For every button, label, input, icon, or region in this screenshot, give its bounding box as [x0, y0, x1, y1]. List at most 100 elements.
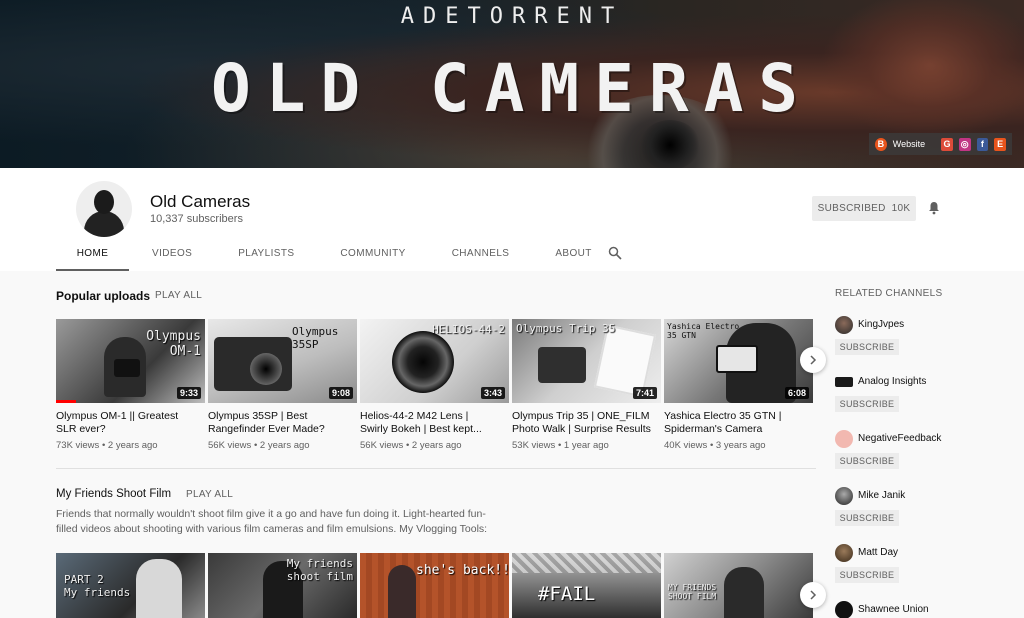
channel-avatar[interactable] — [835, 487, 853, 505]
channel-avatar[interactable] — [835, 544, 853, 562]
video-duration: 6:08 — [784, 387, 809, 399]
video-title[interactable]: Olympus OM-1 || Greatest SLR ever? — [56, 410, 201, 436]
subscribed-count: 10K — [891, 203, 911, 214]
video-title[interactable]: Yashica Electro 35 GTN | Spiderman's Came… — [664, 410, 809, 436]
video-age: 2 years ago — [259, 440, 310, 451]
video-title-line: SLR ever? — [56, 423, 106, 435]
video-meta: 40K views • 3 years ago — [664, 440, 766, 451]
subscribe-button[interactable]: SUBSCRIBE — [835, 510, 899, 526]
friends-description: Friends that normally wouldn't shoot fil… — [56, 508, 488, 535]
channel-tabs: HOME VIDEOS PLAYLISTS COMMUNITY CHANNELS… — [56, 240, 592, 271]
related-channel-name[interactable]: Analog Insights — [858, 376, 926, 387]
facebook-icon[interactable]: f — [976, 137, 989, 151]
subscribed-button[interactable]: SUBSCRIBED 10K — [812, 196, 916, 221]
section-divider — [56, 468, 816, 469]
friends-play-all[interactable]: PLAY ALL — [186, 489, 233, 500]
related-channel-name[interactable]: NegativeFeedback — [858, 433, 941, 444]
thumb-caption: Yashica Electro 35 GTN — [667, 322, 740, 340]
channel-header: Old Cameras 10,337 subscribers SUBSCRIBE… — [0, 168, 1024, 271]
subscribe-button[interactable]: SUBSCRIBE — [835, 567, 899, 583]
search-icon[interactable] — [608, 246, 622, 260]
video-title-line: Photo Walk | Surprise Results — [512, 423, 651, 435]
video-title[interactable]: Olympus 35SP | Best Rangefinder Ever Made… — [208, 410, 353, 436]
website-link[interactable]: Website — [893, 139, 925, 149]
video-duration: 7:41 — [632, 387, 657, 399]
video-thumbnail[interactable]: #FAIL — [512, 553, 661, 618]
thumb-caption: HELIOS-44-2 — [432, 323, 505, 336]
video-duration: 9:08 — [328, 387, 353, 399]
friends-section-title[interactable]: My Friends Shoot Film — [56, 488, 171, 500]
channel-avatar[interactable] — [835, 316, 853, 334]
banner-top-text: ADETORRENT — [400, 4, 624, 29]
google-plus-icon[interactable]: G — [941, 137, 953, 151]
tab-about[interactable]: ABOUT — [555, 240, 591, 271]
tab-playlists[interactable]: PLAYLISTS — [238, 240, 294, 271]
thumb-person-shape — [724, 567, 764, 618]
banner-title: OLD CAMERAS — [210, 50, 814, 127]
instagram-icon[interactable]: ◎ — [958, 137, 971, 151]
video-thumbnail[interactable]: My friends shoot film — [208, 553, 357, 618]
subscribe-button[interactable]: SUBSCRIBE — [835, 396, 899, 412]
related-channel-name[interactable]: KingJvpes — [858, 319, 904, 330]
channel-avatar[interactable] — [835, 377, 853, 387]
video-thumbnail[interactable]: Olympus 35SP 9:08 — [208, 319, 357, 403]
thumb-camera-shape — [716, 345, 758, 373]
video-title[interactable]: Helios-44-2 M42 Lens | Swirly Bokeh | Bes… — [360, 410, 505, 436]
video-thumbnail[interactable]: Olympus OM-1 9:33 — [56, 319, 205, 403]
subscribed-label: SUBSCRIBED — [817, 203, 886, 214]
video-title-line: Helios-44-2 M42 Lens | — [360, 410, 469, 422]
video-thumbnail[interactable]: Olympus Trip 35 7:41 — [512, 319, 661, 403]
tab-channels[interactable]: CHANNELS — [452, 240, 510, 271]
thumb-caption: Olympus Trip 35 — [516, 322, 616, 335]
channel-avatar[interactable] — [76, 181, 132, 237]
thumb-caption: Olympus OM-1 — [146, 329, 201, 359]
tab-videos[interactable]: VIDEOS — [152, 240, 192, 271]
video-title-line: Rangefinder Ever Made? — [208, 423, 325, 435]
related-channel-name[interactable]: Mike Janik — [858, 490, 905, 501]
tab-community[interactable]: COMMUNITY — [340, 240, 405, 271]
video-age: 3 years ago — [715, 440, 766, 451]
video-thumbnail[interactable]: PART 2 My friends — [56, 553, 205, 618]
carousel-next-button[interactable] — [800, 582, 826, 608]
video-thumbnail[interactable]: Yashica Electro 35 GTN 6:08 — [664, 319, 813, 403]
video-thumbnail[interactable]: she's back!! — [360, 553, 509, 618]
thumb-caption: she's back!! — [416, 563, 509, 578]
video-title-line: Olympus Trip 35 | ONE_FILM — [512, 410, 650, 422]
avatar-silhouette-body — [84, 211, 124, 237]
thumb-camera-shape — [114, 359, 140, 377]
subscribe-button[interactable]: SUBSCRIBE — [835, 453, 899, 469]
notification-bell-icon[interactable] — [927, 201, 941, 215]
video-meta: 73K views • 2 years ago — [56, 440, 158, 451]
carousel-next-button[interactable] — [800, 347, 826, 373]
related-channels-heading: RELATED CHANNELS — [835, 288, 943, 299]
channel-banner: ADETORRENT OLD CAMERAS B Website G ◎ f E — [0, 0, 1024, 168]
video-title-line: Olympus 35SP | Best — [208, 410, 308, 422]
channel-avatar[interactable] — [835, 430, 853, 448]
related-channel-name[interactable]: Shawnee Union — [858, 604, 929, 615]
channel-name: Old Cameras — [150, 192, 251, 211]
chevron-right-icon — [810, 355, 817, 365]
tab-home[interactable]: HOME — [56, 240, 129, 271]
thumb-caption: PART 2 My friends — [64, 573, 131, 599]
subscriber-count: 10,337 subscribers — [150, 213, 243, 225]
video-views: 56K views — [360, 440, 404, 451]
channel-avatar[interactable] — [835, 601, 853, 618]
video-thumbnail[interactable]: HELIOS-44-2 3:43 — [360, 319, 509, 403]
thumb-lens-shape — [250, 353, 282, 385]
video-views: 53K views — [512, 440, 556, 451]
thumb-camera-shape — [538, 347, 586, 383]
video-duration: 3:43 — [480, 387, 505, 399]
etsy-icon[interactable]: E — [994, 137, 1007, 151]
related-channel-name[interactable]: Matt Day — [858, 547, 898, 558]
video-age: 2 years ago — [107, 440, 158, 451]
video-thumbnail[interactable]: MY FRIENDS SHOOT FILM — [664, 553, 813, 618]
video-title[interactable]: Olympus Trip 35 | ONE_FILM Photo Walk | S… — [512, 410, 657, 436]
blogger-icon[interactable]: B — [875, 137, 887, 151]
video-views: 40K views — [664, 440, 708, 451]
subscribe-button[interactable]: SUBSCRIBE — [835, 339, 899, 355]
popular-play-all[interactable]: PLAY ALL — [155, 290, 202, 301]
avatar-silhouette-head — [94, 190, 114, 214]
banner-links: B Website G ◎ f E — [869, 133, 1012, 155]
video-meta: 53K views • 1 year ago — [512, 440, 609, 451]
video-duration: 9:33 — [176, 387, 201, 399]
